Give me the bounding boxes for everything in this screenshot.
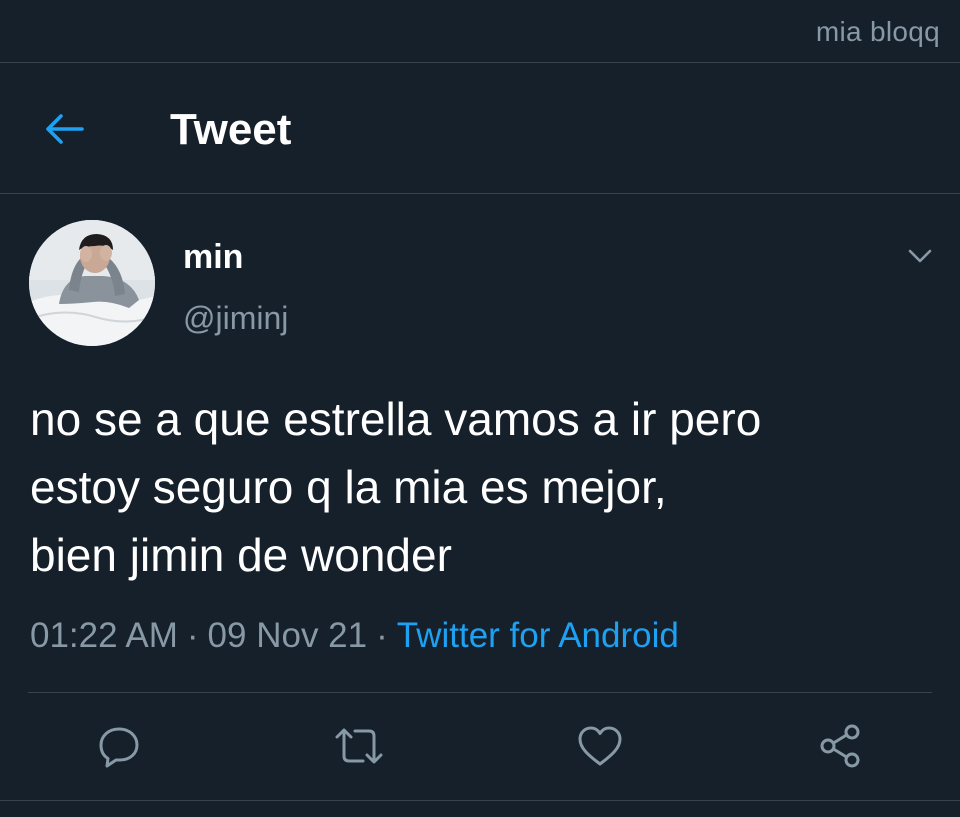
bottom-divider [0, 800, 960, 801]
chevron-down-icon [908, 249, 932, 263]
retweet-button[interactable] [331, 718, 387, 774]
retweet-icon [335, 728, 383, 764]
tweet-header: Tweet [0, 63, 960, 194]
author-handle[interactable]: @jiminj [183, 300, 288, 337]
avatar[interactable] [29, 220, 155, 346]
tweet-text: no se a que estrella vamos a ir pero est… [30, 393, 762, 581]
tweet-time: 01:22 AM [30, 616, 178, 655]
tweet-options-button[interactable] [900, 236, 940, 276]
tweet-source-link[interactable]: Twitter for Android [397, 616, 679, 655]
watermark-label: mia bloqq [815, 16, 940, 47]
avatar-photo [29, 220, 155, 346]
reply-icon [99, 727, 139, 768]
tweet-actions [0, 718, 960, 778]
like-button[interactable] [572, 718, 628, 774]
tweet-date: 09 Nov 21 [207, 616, 368, 655]
heart-icon [578, 726, 622, 766]
reply-button[interactable] [91, 718, 147, 774]
top-bar: mia bloqq [0, 0, 960, 63]
tweet-meta: 01:22 AM · 09 Nov 21 · Twitter for Android [30, 616, 679, 656]
divider [28, 692, 932, 693]
author-display-name[interactable]: min [183, 238, 243, 277]
arrow-left-icon [46, 114, 84, 144]
back-button[interactable] [36, 101, 92, 157]
page-title: Tweet [170, 105, 292, 154]
meta-separator: · [186, 616, 199, 655]
share-icon [820, 724, 860, 768]
share-button[interactable] [812, 718, 868, 774]
meta-separator: · [376, 616, 388, 655]
